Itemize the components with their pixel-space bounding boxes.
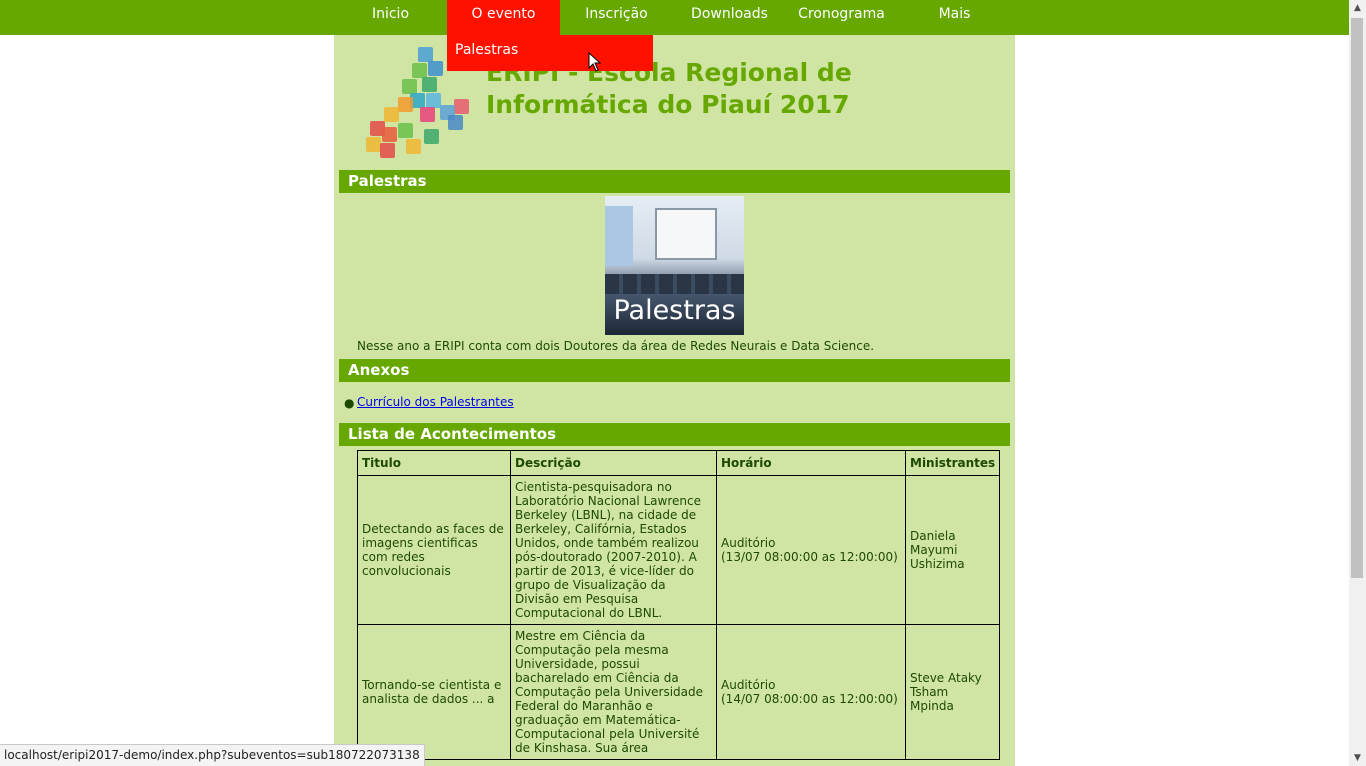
cell-horario: Auditório (13/07 08:00:00 as 12:00:00): [716, 475, 906, 625]
intro-text: Nesse ano a ERIPI conta com dois Doutore…: [357, 339, 875, 353]
palestras-hero-image: Palestras: [605, 196, 744, 335]
nav-inicio[interactable]: Inicio: [334, 0, 447, 35]
cell-descricao: Cientista-pesquisadora no Laboratório Na…: [510, 475, 717, 625]
cell-titulo: Detectando as faces de imagens cientific…: [357, 475, 511, 625]
dropdown-item-palestras[interactable]: Palestras: [455, 35, 518, 65]
cell-titulo: Tornando-se cientista e analista de dado…: [357, 624, 511, 760]
nav-inscricao[interactable]: Inscrição: [560, 0, 673, 35]
hero-image-label: Palestras: [613, 295, 736, 326]
section-header-lista: Lista de Acontecimentos: [339, 423, 1010, 446]
hero-window: [605, 206, 633, 266]
cell-ministrantes: Daniela Mayumi Ushizima: [904, 475, 1001, 625]
table-row: Detectando as faces de imagens cientific…: [357, 475, 1001, 625]
nav-cronograma[interactable]: Cronograma: [785, 0, 898, 35]
section-header-anexos: Anexos: [339, 359, 1010, 382]
scroll-up-arrow-icon[interactable]: ▲: [1349, 0, 1366, 16]
events-table: Titulo Descrição Horário Ministrantes De…: [357, 450, 1001, 760]
nav-downloads[interactable]: Downloads: [673, 0, 786, 35]
page-content: ERIPI - Escola Regional de Informática d…: [334, 35, 1015, 766]
column-header-titulo: Titulo: [357, 450, 511, 476]
cell-descricao: Mestre em Ciência da Computação pela mes…: [510, 624, 717, 760]
vertical-scrollbar[interactable]: ▲ ▼: [1349, 0, 1366, 766]
scroll-thumb[interactable]: [1351, 18, 1363, 578]
nav-mais[interactable]: Mais: [898, 0, 1011, 35]
column-header-horario: Horário: [716, 450, 906, 476]
nav-o-evento[interactable]: O evento: [447, 0, 560, 35]
scroll-down-arrow-icon[interactable]: ▼: [1349, 750, 1366, 766]
column-header-ministrantes: Ministrantes: [904, 450, 1001, 476]
cell-local: Auditório: [721, 536, 776, 550]
curriculo-palestrantes-link[interactable]: Currículo dos Palestrantes: [357, 395, 514, 409]
cell-ministrantes: Steve Ataky Tsham Mpinda: [904, 624, 1001, 760]
cell-local: Auditório: [721, 678, 776, 692]
section-header-palestras: Palestras: [339, 170, 1010, 193]
top-navigation-bar: Inicio O evento Inscrição Downloads Cron…: [0, 0, 1349, 35]
mouse-cursor-icon: [588, 52, 602, 72]
status-bar-url: localhost/eripi2017-demo/index.php?subev…: [0, 744, 425, 766]
hero-seats: [605, 274, 744, 294]
cell-horario-time: (13/07 08:00:00 as 12:00:00): [721, 550, 898, 564]
column-header-descricao: Descrição: [510, 450, 717, 476]
cell-horario: Auditório (14/07 08:00:00 as 12:00:00): [716, 624, 906, 760]
bullet-icon: ●: [344, 396, 355, 410]
table-row: Tornando-se cientista e analista de dado…: [357, 624, 1001, 760]
table-header-row: Titulo Descrição Horário Ministrantes: [357, 450, 1001, 476]
o-evento-dropdown-menu: Palestras: [447, 35, 653, 71]
cell-horario-time: (14/07 08:00:00 as 12:00:00): [721, 692, 898, 706]
hero-projector-screen: [655, 208, 717, 260]
